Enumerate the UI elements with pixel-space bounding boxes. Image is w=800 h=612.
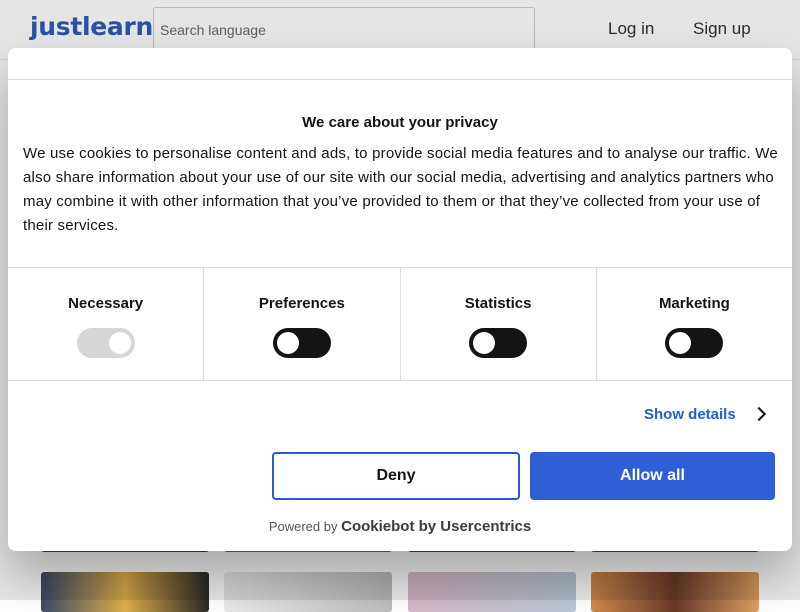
deny-button[interactable]: Deny	[272, 452, 520, 500]
powered-by: Powered by Cookiebot by Usercentrics	[8, 518, 792, 535]
switch-knob	[669, 332, 692, 354]
cookiebot-brand-link[interactable]: Cookiebot by Usercentrics	[341, 518, 531, 535]
preferences-switch[interactable]	[272, 328, 331, 358]
toggle-label: Marketing	[658, 295, 730, 312]
toggle-statistics: Statistics	[401, 268, 597, 380]
chevron-right-icon[interactable]	[751, 406, 767, 422]
switch-knob	[108, 332, 131, 354]
toggle-preferences: Preferences	[204, 268, 401, 380]
toggle-label: Preferences	[258, 295, 345, 312]
toggle-label: Necessary	[68, 295, 144, 312]
toggle-marketing: Marketing	[597, 268, 792, 380]
statistics-switch[interactable]	[469, 328, 528, 358]
toggle-necessary: Necessary	[8, 268, 205, 380]
marketing-switch[interactable]	[665, 328, 724, 358]
cookie-consent-dialog: We care about your privacy We use cookie…	[8, 48, 792, 551]
toggle-label: Statistics	[464, 295, 532, 312]
switch-knob	[276, 332, 299, 354]
switch-knob	[473, 332, 496, 354]
necessary-switch	[76, 328, 135, 358]
show-details-link[interactable]: Show details	[644, 406, 736, 423]
powered-by-label: Powered by	[268, 519, 338, 534]
consent-toggles: Necessary Preferences Statistics Marketi…	[8, 267, 792, 381]
dialog-title: We care about your privacy	[302, 114, 498, 131]
allow-all-button[interactable]: Allow all	[530, 452, 775, 500]
dialog-header-bar	[8, 48, 792, 80]
dialog-description: We use cookies to personalise content an…	[23, 145, 778, 234]
